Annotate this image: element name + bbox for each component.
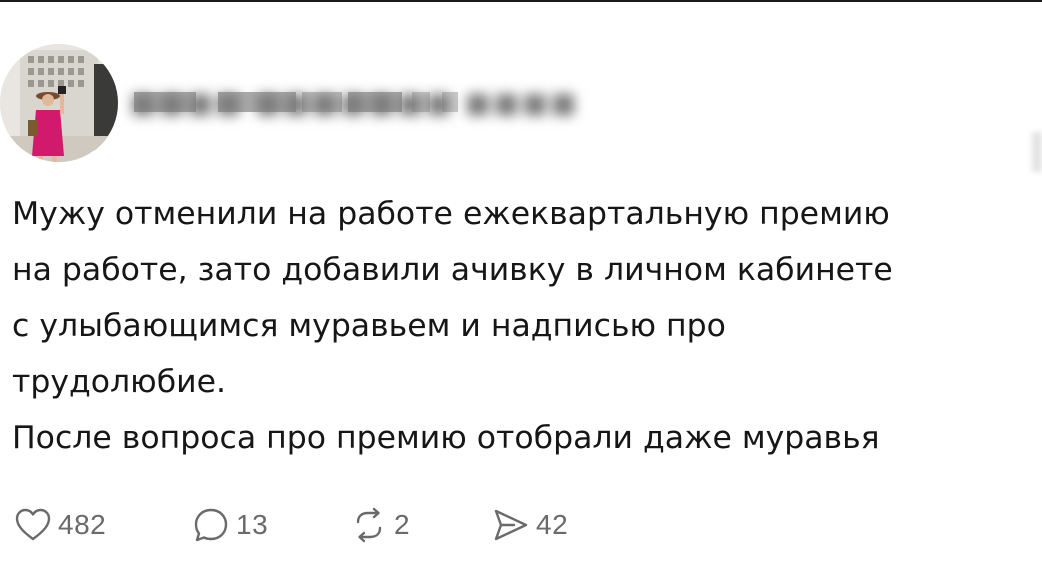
post-text-line: на работе, зато добавили ачивку в личном… — [12, 252, 893, 288]
share-button[interactable]: 42 — [492, 500, 568, 550]
post-text-line: Мужу отменили на работе ежеквартальную п… — [12, 196, 890, 232]
author-name: ■■■■ ■■■■■■■ ■■■■ — [130, 86, 579, 119]
send-icon — [494, 509, 528, 541]
author-name-redacted[interactable]: ■■■■ ■■■■■■■ ■■■■ — [130, 74, 577, 176]
post-header: ■■■■ ■■■■■■■ ■■■■ — [0, 44, 1042, 172]
like-count: 482 — [58, 509, 107, 540]
avatar-photo — [0, 44, 118, 162]
heart-icon — [15, 508, 51, 541]
reply-count: 13 — [236, 509, 269, 540]
post-text-line: трудолюбие. — [12, 364, 226, 400]
speech-bubble-icon — [194, 508, 228, 542]
redacted-edge — [1032, 132, 1042, 172]
post-text: Мужу отменили на работе ежеквартальную п… — [12, 186, 1022, 466]
post-text-line: После вопроса про премию отобрали даже м… — [12, 420, 880, 456]
share-count: 42 — [536, 509, 569, 540]
like-button[interactable]: 482 — [14, 500, 106, 550]
repost-button[interactable]: 2 — [350, 500, 410, 550]
post-text-line: с улыбающимся муравьем и надписью про — [12, 308, 726, 344]
avatar[interactable] — [0, 44, 118, 162]
top-divider — [0, 0, 1042, 2]
repost-arrows-icon — [356, 507, 382, 543]
post-actions: 482 13 2 42 — [14, 500, 714, 550]
reply-button[interactable]: 13 — [192, 500, 268, 550]
repost-count: 2 — [394, 509, 411, 540]
